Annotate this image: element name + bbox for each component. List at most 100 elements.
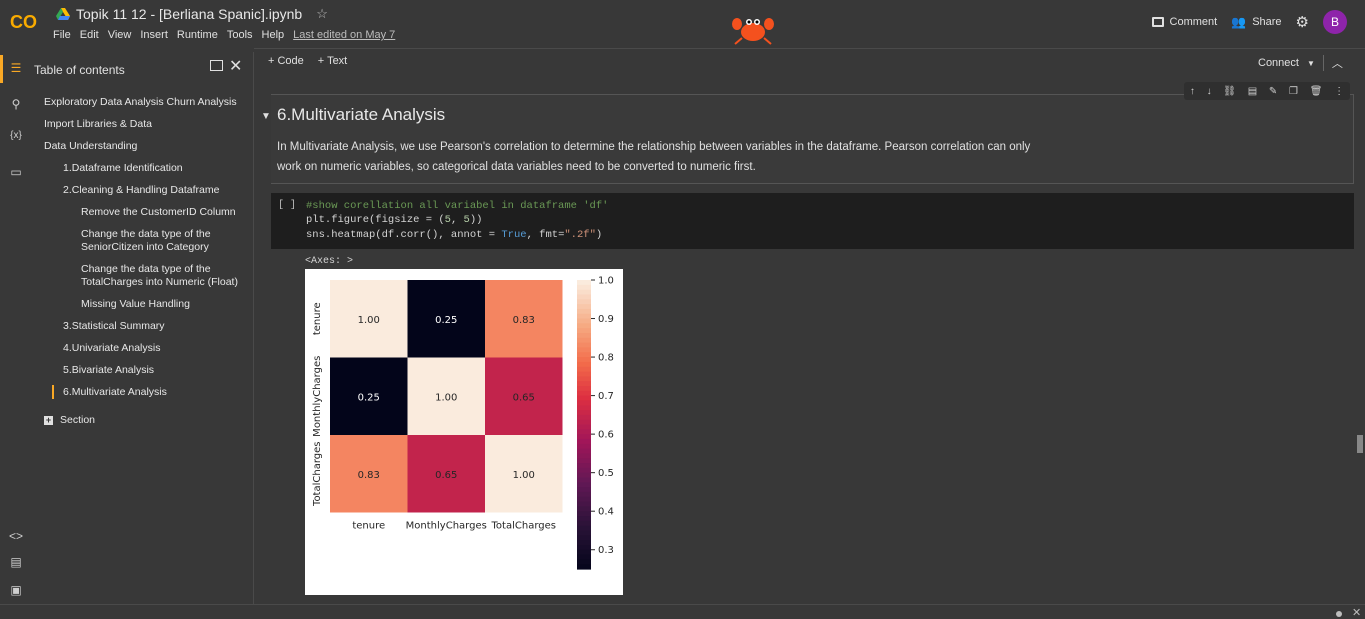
drive-icon[interactable]: [56, 8, 70, 20]
comment-cell-icon[interactable]: ▤: [1248, 86, 1257, 97]
colorbar-segment: [577, 376, 591, 382]
menu-runtime[interactable]: Runtime: [177, 29, 218, 41]
comment-button[interactable]: Comment: [1151, 16, 1217, 28]
colorbar-segment: [577, 323, 591, 329]
mirror-cell-icon[interactable]: ❐: [1289, 86, 1298, 97]
gear-icon[interactable]: ⚙: [1296, 13, 1309, 31]
colorbar-segment: [577, 294, 591, 300]
share-button[interactable]: 👥 Share: [1231, 15, 1281, 29]
toc-item[interactable]: Change the data type of the TotalCharges…: [81, 263, 251, 289]
status-divider: [0, 604, 1365, 605]
colorbar-segment: [577, 506, 591, 512]
menu-tools[interactable]: Tools: [227, 29, 253, 41]
scrollbar-thumb[interactable]: [1357, 435, 1363, 453]
colorbar-segment: [577, 438, 591, 445]
avatar[interactable]: B: [1323, 10, 1347, 34]
menu-edit[interactable]: Edit: [80, 29, 99, 41]
colorbar-segment: [577, 405, 591, 411]
y-tick-label: TotalCharges: [312, 442, 323, 507]
menu-help[interactable]: Help: [262, 29, 285, 41]
toc-item[interactable]: Change the data type of the SeniorCitize…: [81, 228, 231, 254]
more-icon[interactable]: ⋮: [1334, 86, 1344, 97]
colorbar-segment: [577, 516, 591, 522]
menu-bar: File Edit View Insert Runtime Tools Help…: [53, 29, 404, 41]
collapse-section-icon[interactable]: ▼: [261, 111, 271, 122]
output-repr: <Axes: >: [305, 256, 354, 267]
code-snippets-icon[interactable]: <>: [8, 529, 24, 545]
colorbar-segment: [577, 361, 591, 368]
colab-logo[interactable]: CO: [10, 10, 44, 32]
cell-annotation: 0.83: [513, 315, 535, 326]
toc-item[interactable]: 3.Statistical Summary: [63, 320, 165, 333]
run-button[interactable]: [ ]: [278, 200, 296, 211]
plus-box-icon: +: [44, 414, 53, 425]
colorbar-segment: [577, 347, 591, 353]
edit-icon[interactable]: ✎: [1269, 86, 1277, 97]
toc-item-active[interactable]: 6.Multivariate Analysis: [63, 386, 167, 399]
toc-item[interactable]: Data Understanding: [44, 140, 137, 153]
colorbar-segment: [577, 549, 591, 556]
toc-item[interactable]: Exploratory Data Analysis Churn Analysis: [44, 96, 237, 109]
heatmap-chart: 1.00 0.25 0.83 0.25 1.00 0.65 0.83 0.65 1.00 tenu…: [312, 276, 614, 570]
colorbar-segment: [577, 525, 591, 532]
colorbar-segment: [577, 366, 591, 373]
colorbar-segment: [577, 390, 591, 397]
colorbar-tick-label: 0.7: [598, 391, 614, 402]
last-edited-link[interactable]: Last edited on May 7: [293, 29, 395, 41]
toc-item[interactable]: Missing Value Handling: [81, 298, 190, 311]
add-section-button[interactable]: + Section: [44, 414, 95, 426]
toc-title: Table of contents: [34, 63, 125, 77]
svg-text:CO: CO: [10, 12, 37, 32]
toc-item[interactable]: 1.Dataframe Identification: [63, 162, 183, 175]
search-icon[interactable]: ⚲: [8, 97, 24, 113]
close-icon[interactable]: ✕: [1352, 606, 1361, 619]
colorbar-segment: [577, 414, 591, 421]
folder-icon[interactable]: ▭: [8, 165, 24, 181]
toc-item[interactable]: 5.Bivariate Analysis: [63, 364, 154, 377]
x-tick-label: TotalCharges: [491, 521, 556, 532]
add-code-button[interactable]: + Code: [268, 55, 304, 67]
menu-file[interactable]: File: [53, 29, 71, 41]
dropdown-arrow-icon[interactable]: ▼: [1307, 59, 1315, 68]
close-icon[interactable]: ✕: [229, 56, 242, 76]
colorbar-tick-label: 0.6: [598, 430, 614, 441]
colorbar-segment: [577, 530, 591, 536]
move-down-icon[interactable]: ↓: [1207, 86, 1212, 97]
colorbar-segment: [577, 535, 591, 541]
star-icon[interactable]: ☆: [316, 6, 328, 22]
x-tick-label: MonthlyCharges: [406, 521, 487, 532]
colorbar-segment: [577, 540, 591, 546]
terminal-icon[interactable]: ▣: [8, 583, 24, 599]
connect-button[interactable]: Connect ▼ ︿: [1258, 55, 1343, 71]
cell-annotation: 0.65: [513, 392, 535, 403]
notebook-title[interactable]: Topik 11 12 - [Berliana Spanic].ipynb: [76, 6, 302, 22]
new-window-icon[interactable]: [210, 60, 223, 71]
variables-icon[interactable]: {x}: [8, 130, 24, 146]
colorbar-tick-label: 0.4: [598, 507, 614, 518]
y-tick-label: tenure: [312, 302, 323, 335]
colorbar-tick-label: 0.8: [598, 353, 614, 364]
colorbar-segment: [577, 400, 591, 406]
toc-item[interactable]: Remove the CustomerID Column: [81, 206, 236, 219]
cell-annotation: 1.00: [513, 470, 535, 481]
link-icon[interactable]: ⛓: [1223, 86, 1236, 97]
toc-icon[interactable]: ☰: [8, 61, 24, 77]
status-dot: [1336, 611, 1342, 617]
menu-insert[interactable]: Insert: [140, 29, 168, 41]
colorbar-segment: [577, 308, 591, 315]
colorbar-segment: [577, 313, 591, 320]
colorbar-segment: [577, 318, 591, 324]
toc-item[interactable]: Import Libraries & Data: [44, 118, 152, 131]
colorbar-segment: [577, 463, 591, 469]
command-palette-icon[interactable]: ▤: [8, 555, 24, 571]
toc-item[interactable]: 4.Univariate Analysis: [63, 342, 160, 355]
collapse-chevron-icon[interactable]: ︿: [1332, 55, 1343, 71]
menu-view[interactable]: View: [108, 29, 132, 41]
toc-item[interactable]: 2.Cleaning & Handling Dataframe: [63, 184, 219, 197]
delete-icon[interactable]: 🗑: [1310, 86, 1323, 97]
colorbar-segment: [577, 511, 591, 517]
colorbar-segment: [577, 487, 591, 493]
move-up-icon[interactable]: ↑: [1190, 86, 1195, 97]
add-text-button[interactable]: + Text: [318, 55, 347, 67]
colorbar-segment: [577, 458, 591, 464]
